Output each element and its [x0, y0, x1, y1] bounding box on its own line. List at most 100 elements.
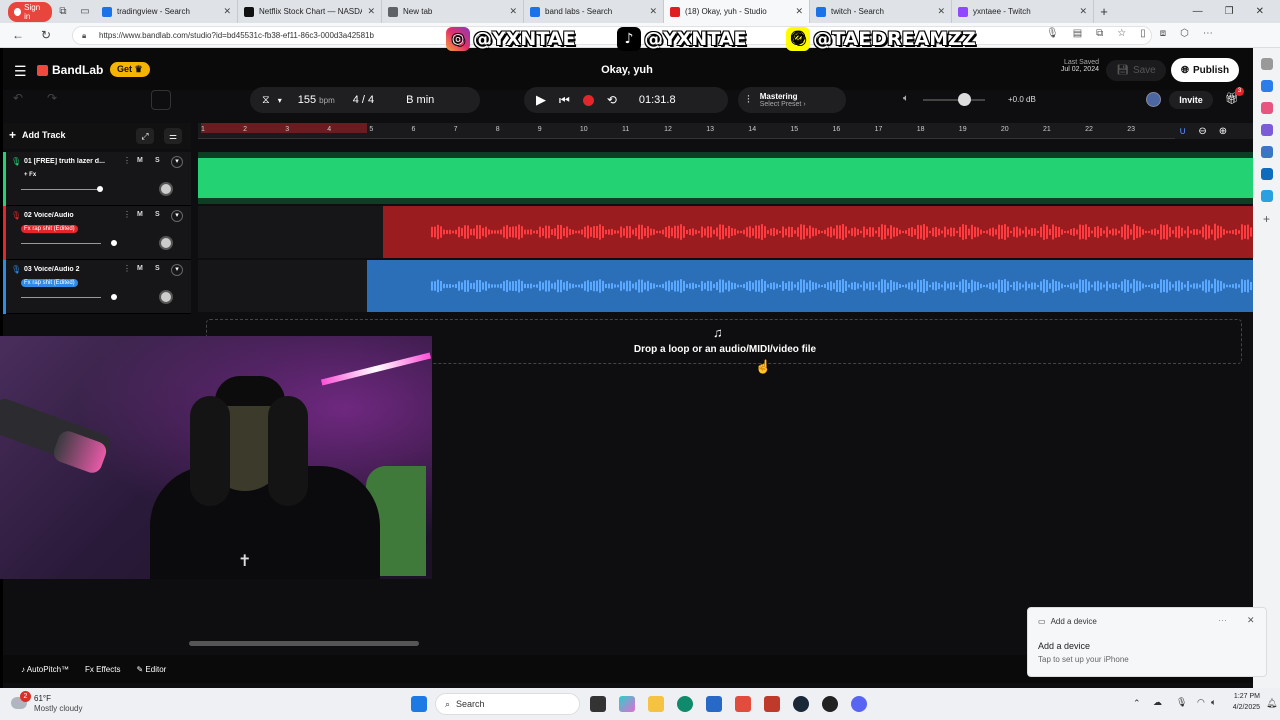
solo-button[interactable]: S: [155, 211, 160, 218]
track-menu-icon[interactable]: ⋮: [123, 210, 131, 219]
track-name[interactable]: 02 Voice/Audio: [24, 212, 116, 219]
browser-tab[interactable]: band labs - Search ✕: [524, 0, 664, 23]
publish-button[interactable]: 🌐︎ Publish: [1171, 58, 1239, 82]
chevron-down-icon[interactable]: ▾: [278, 96, 282, 105]
track-pan-knob[interactable]: [159, 290, 173, 304]
track-effects-badge[interactable]: + Fx: [21, 171, 39, 179]
toast-more-icon[interactable]: ⋯: [1218, 615, 1227, 626]
chevron-down-icon[interactable]: ▾: [171, 210, 183, 222]
tab-close-icon[interactable]: ✕: [223, 6, 231, 17]
track-effects-badge[interactable]: Fx rap shit (Edited): [21, 225, 78, 233]
copilot-taskbar-icon[interactable]: [619, 696, 635, 712]
tab-actions-icon[interactable]: ▭: [74, 6, 96, 17]
chevron-down-icon[interactable]: ▾: [171, 156, 183, 168]
tray-chevron-icon[interactable]: ⌃: [1133, 698, 1141, 709]
office-taskbar-icon[interactable]: [735, 696, 751, 712]
tab-close-icon[interactable]: ✕: [1079, 6, 1087, 17]
get-membership-button[interactable]: Get ♛: [110, 62, 150, 77]
favorite-icon[interactable]: ☆: [1117, 28, 1126, 39]
extensions-icon[interactable]: ⧉: [1096, 28, 1103, 39]
record-icon[interactable]: [582, 94, 594, 106]
add-sidebar-icon[interactable]: +: [1261, 212, 1273, 226]
undo-icon[interactable]: ↶: [13, 91, 23, 105]
save-button[interactable]: 💾︎ Save: [1106, 60, 1166, 81]
speaker-icon[interactable]: 🔈︎: [1211, 697, 1216, 708]
mute-button[interactable]: M: [137, 157, 143, 164]
copilot-icon[interactable]: ⬡: [1180, 28, 1189, 39]
master-volume-slider[interactable]: [923, 99, 985, 101]
avatar[interactable]: [1146, 92, 1161, 107]
track-header[interactable]: 🎙︎ 03 Voice/Audio 2 ⋮ M S ▾ Fx rap shit (Edite…: [3, 260, 191, 314]
mute-button[interactable]: M: [137, 211, 143, 218]
tab-close-icon[interactable]: ✕: [937, 6, 945, 17]
menu-icon[interactable]: ☰: [14, 63, 27, 80]
project-title[interactable]: Okay, yuh: [573, 64, 681, 76]
minimize-button[interactable]: —: [1193, 6, 1203, 17]
collections-icon[interactable]: ⧈: [1160, 28, 1166, 39]
tab-close-icon[interactable]: ✕: [795, 6, 803, 17]
bandlab-logo[interactable]: BandLab: [37, 63, 103, 77]
loop-icon[interactable]: ⟲: [607, 93, 617, 107]
browser-tab[interactable]: Netflix Stock Chart — NASDA ✕: [238, 0, 382, 23]
telegram-icon[interactable]: [1260, 190, 1273, 202]
mic-tray-icon[interactable]: 🎙︎: [1176, 697, 1187, 708]
edge-icon[interactable]: [677, 696, 693, 712]
track-2-region[interactable]: [383, 206, 1253, 258]
track-pan-knob[interactable]: [159, 182, 173, 196]
clock-time[interactable]: 1:27 PM: [1224, 693, 1260, 700]
track-menu-icon[interactable]: ⋮: [123, 264, 131, 273]
solo-button[interactable]: S: [155, 265, 160, 272]
new-tab-button[interactable]: +: [1094, 4, 1114, 19]
track-name[interactable]: 03 Voice/Audio 2: [24, 266, 116, 273]
search-icon[interactable]: [1260, 58, 1273, 70]
horizontal-scrollbar[interactable]: [189, 641, 419, 646]
zoom-out-icon[interactable]: ⊖: [1198, 126, 1206, 137]
track-volume-slider[interactable]: [21, 297, 101, 298]
editor-button[interactable]: ✎ Editor: [136, 665, 166, 674]
effects-button[interactable]: Fx Effects: [85, 665, 120, 674]
chevron-down-icon[interactable]: ▾: [171, 264, 183, 276]
onedrive-icon[interactable]: ☁︎: [1153, 697, 1162, 708]
tools-grid-icon[interactable]: [151, 90, 171, 110]
steam-icon[interactable]: [793, 696, 809, 712]
volume-icon[interactable]: 🔈︎: [903, 93, 909, 104]
clock-date[interactable]: 4/2/2025: [1224, 704, 1260, 711]
play-icon[interactable]: ▶: [536, 92, 546, 108]
redo-icon[interactable]: ↷: [47, 91, 57, 105]
taskbar-search[interactable]: ⌕ Search: [435, 693, 580, 715]
invite-button[interactable]: Invite: [1169, 91, 1213, 109]
back-icon[interactable]: ←: [8, 28, 28, 42]
start-icon[interactable]: [411, 696, 427, 712]
solo-button[interactable]: S: [155, 157, 160, 164]
skip-to-start-icon[interactable]: ⏮︎: [559, 93, 570, 108]
task-view-icon[interactable]: [590, 696, 606, 712]
app-icon[interactable]: [764, 696, 780, 712]
track-name[interactable]: 01 [FREE] truth lazer d...: [24, 158, 116, 165]
mixer-icon[interactable]: ⚌: [164, 128, 182, 144]
tools-icon[interactable]: [1260, 102, 1273, 114]
weather-widget[interactable]: 2: [11, 691, 31, 712]
track-volume-slider[interactable]: [21, 243, 101, 244]
tab-close-icon[interactable]: ✕: [509, 6, 517, 17]
discord-icon[interactable]: [851, 696, 867, 712]
microphone-icon[interactable]: 🎙︎: [1046, 28, 1059, 39]
track-pan-knob[interactable]: [159, 236, 173, 250]
key-display[interactable]: B min: [406, 94, 434, 106]
close-window-button[interactable]: ✕: [1256, 6, 1264, 17]
obs-icon[interactable]: [822, 696, 838, 712]
signin-button[interactable]: Sign in: [8, 1, 52, 22]
file-explorer-icon[interactable]: [648, 696, 664, 712]
shopping-icon[interactable]: [1260, 80, 1273, 92]
track-1-region[interactable]: [198, 158, 1253, 198]
track-volume-handle[interactable]: [97, 186, 103, 192]
track-volume-handle[interactable]: [111, 294, 117, 300]
track-header[interactable]: 🎙︎ 01 [FREE] truth lazer d... ⋮ M S ▾ + Fx: [3, 152, 191, 206]
track-volume-slider[interactable]: [21, 189, 101, 190]
add-track-button[interactable]: + Add Track: [9, 128, 66, 142]
outlook-icon[interactable]: [1260, 168, 1273, 180]
games-icon[interactable]: [1260, 124, 1273, 136]
time-signature[interactable]: 4 / 4: [353, 94, 374, 106]
timeline-ruler[interactable]: 1 2 3 4 5 6 7 8 9 10 11 12 13 14 15 16 17 18 19 20 21 22 23: [198, 123, 1253, 139]
automation-icon[interactable]: ⤢: [136, 128, 154, 144]
notification-toast[interactable]: ▭ Add a device ⋯ ✕ Add a device Tap to se…: [1027, 607, 1267, 677]
